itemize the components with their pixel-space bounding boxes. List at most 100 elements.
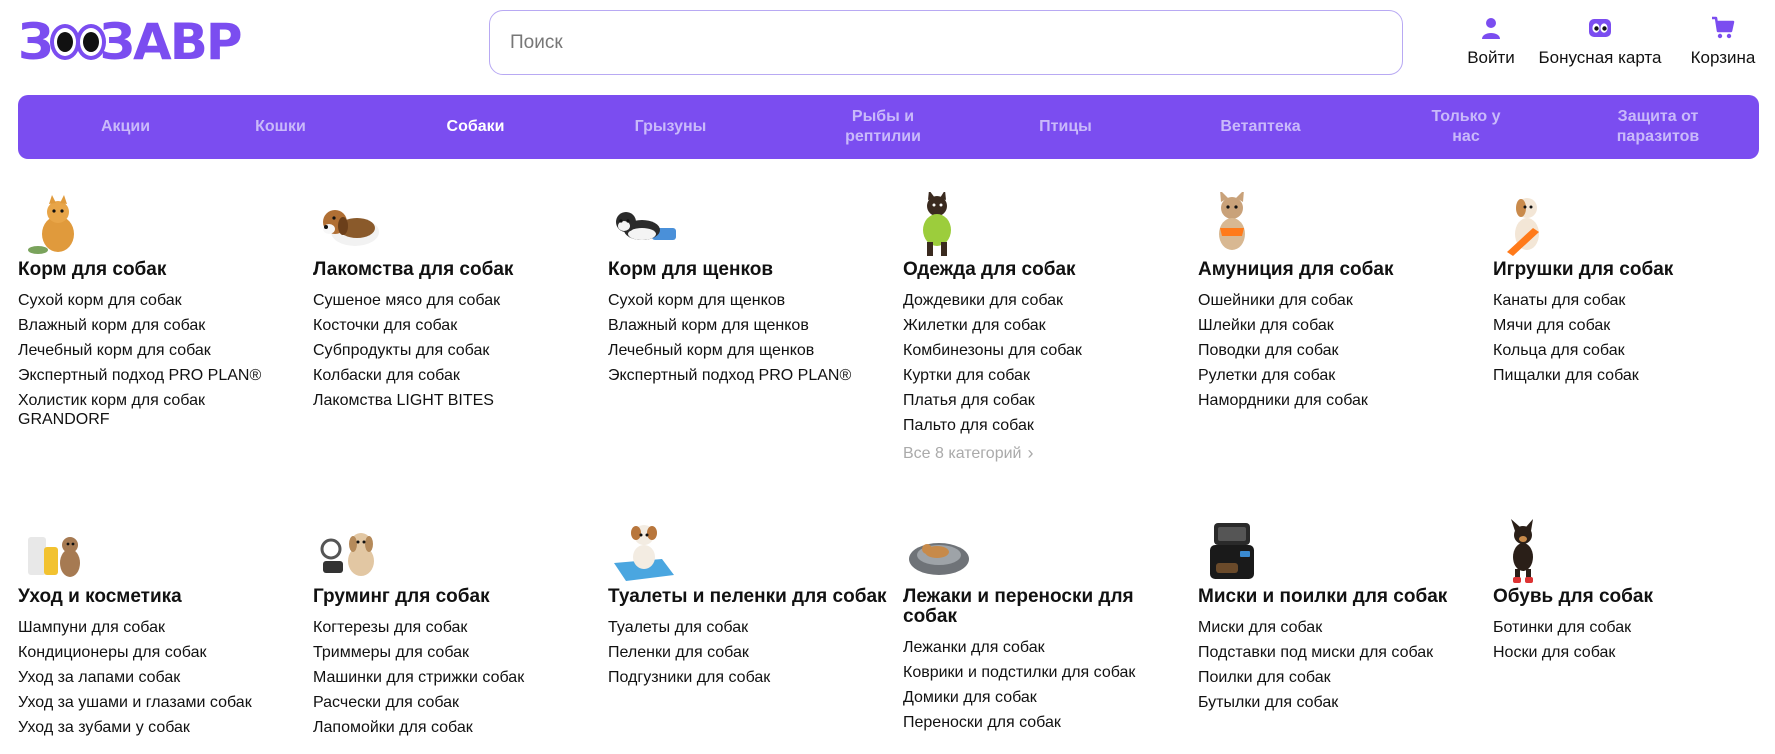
subcategory-link[interactable]: Холистик корм для собак GRANDORF xyxy=(18,391,248,429)
subcategory-link[interactable]: Шлейки для собак xyxy=(1198,316,1483,335)
subcategory-link[interactable]: Лежанки для собак xyxy=(903,638,1188,657)
subcategory-link[interactable]: Триммеры для собак xyxy=(313,643,598,662)
subcategory-link[interactable]: Туалеты для собак xyxy=(608,618,893,637)
category-link-list: Сушеное мясо для собак Косточки для соба… xyxy=(313,291,598,410)
category-beds-carriers: Лежаки и переноски для собак Лежанки для… xyxy=(903,519,1188,738)
bonus-card-icon xyxy=(1589,19,1611,37)
search-input[interactable] xyxy=(489,10,1403,75)
category-title[interactable]: Одежда для собак xyxy=(903,260,1188,280)
subcategory-link[interactable]: Коврики и подстилки для собак xyxy=(903,663,1188,682)
auto-feeder-image[interactable] xyxy=(1202,519,1268,585)
subcategory-link[interactable]: Пеленки для собак xyxy=(608,643,893,662)
subcategory-link[interactable]: Когтерезы для собак xyxy=(313,618,598,637)
subcategory-link[interactable]: Канаты для собак xyxy=(1493,291,1775,310)
subcategory-link[interactable]: Экспертный подход PRO PLAN® xyxy=(18,366,303,385)
subcategory-link[interactable]: Экспертный подход PRO PLAN® xyxy=(608,366,893,385)
subcategory-link[interactable]: Лечебный корм для собак xyxy=(18,341,303,360)
subcategory-link[interactable]: Ошейники для собак xyxy=(1198,291,1483,310)
category-title[interactable]: Груминг для собак xyxy=(313,587,598,607)
dog-cosmetics-image[interactable] xyxy=(22,519,88,585)
subcategory-link[interactable]: Колбаски для собак xyxy=(313,366,598,385)
category-link-list: Сухой корм для щенков Влажный корм для щ… xyxy=(608,291,893,385)
logo-eyes-icon xyxy=(49,24,106,60)
nav-item-vet-pharmacy[interactable]: Ветаптека xyxy=(1183,95,1338,159)
subcategory-link[interactable]: Домики для собак xyxy=(903,688,1188,707)
category-title[interactable]: Туалеты и пеленки для собак xyxy=(608,587,893,607)
subcategory-link[interactable]: Жилетки для собак xyxy=(903,316,1188,335)
subcategory-link[interactable]: Лапомойки для собак xyxy=(313,718,598,737)
category-title[interactable]: Миски и поилки для собак xyxy=(1198,587,1483,607)
subcategory-link[interactable]: Субпродукты для собак xyxy=(313,341,598,360)
nav-item-promotions[interactable]: Акции xyxy=(48,95,203,159)
subcategory-link[interactable]: Ботинки для собак xyxy=(1493,618,1775,637)
category-title[interactable]: Игрушки для собак xyxy=(1493,260,1775,280)
nav-item-dogs[interactable]: Собаки xyxy=(398,95,553,159)
nav-item-birds[interactable]: Птицы xyxy=(988,95,1143,159)
subcategory-link[interactable]: Подставки под миски для собак xyxy=(1198,643,1483,662)
french-bulldog-harness-image[interactable] xyxy=(1202,190,1268,258)
bonus-card-button[interactable]: Бонусная карта xyxy=(1535,16,1665,76)
category-title[interactable]: Уход и косметика xyxy=(18,587,303,607)
nav-item-parasite-protection[interactable]: Защита от паразитов xyxy=(1598,95,1718,159)
grooming-tools-image[interactable] xyxy=(317,519,383,585)
category-title[interactable]: Лежаки и переноски для собак xyxy=(903,587,1188,627)
category-title[interactable]: Корм для щенков xyxy=(608,260,893,280)
subcategory-link[interactable]: Поводки для собак xyxy=(1198,341,1483,360)
husky-puppy-image[interactable] xyxy=(612,192,678,258)
small-dog-shoes-image[interactable] xyxy=(1497,519,1563,585)
subcategory-link[interactable]: Сухой корм для щенков xyxy=(608,291,893,310)
subcategory-link[interactable]: Переноски для собак xyxy=(903,713,1188,732)
subcategory-link[interactable]: Уход за ушами и глазами собак xyxy=(18,693,303,712)
dog-in-clothes-image[interactable] xyxy=(907,190,973,258)
category-title[interactable]: Обувь для собак xyxy=(1493,587,1775,607)
subcategory-link[interactable]: Косточки для собак xyxy=(313,316,598,335)
subcategory-link[interactable]: Носки для собак xyxy=(1493,643,1775,662)
nav-item-rodents[interactable]: Грызуны xyxy=(593,95,748,159)
pomeranian-dog-image[interactable] xyxy=(22,192,88,258)
dog-bed-image[interactable] xyxy=(907,519,973,585)
subcategory-link[interactable]: Расчески для собак xyxy=(313,693,598,712)
subcategory-link[interactable]: Кондиционеры для собак xyxy=(18,643,303,662)
subcategory-link[interactable]: Уход за лапами собак xyxy=(18,668,303,687)
show-all-categories-link[interactable]: Все 8 категорий › xyxy=(903,443,1033,464)
subcategory-link[interactable]: Сушеное мясо для собак xyxy=(313,291,598,310)
subcategory-link[interactable]: Куртки для собак xyxy=(903,366,1188,385)
category-title[interactable]: Лакомства для собак xyxy=(313,260,598,280)
subcategory-link[interactable]: Рулетки для собак xyxy=(1198,366,1483,385)
subcategory-link[interactable]: Комбинезоны для собак xyxy=(903,341,1188,360)
category-link-list: Ошейники для собак Шлейки для собак Пово… xyxy=(1198,291,1483,410)
subcategory-link[interactable]: Намордники для собак xyxy=(1198,391,1483,410)
subcategory-link[interactable]: Дождевики для собак xyxy=(903,291,1188,310)
subcategory-link[interactable]: Пальто для собак xyxy=(903,416,1188,435)
category-link-list: Миски для собак Подставки под миски для … xyxy=(1198,618,1483,712)
subcategory-link[interactable]: Шампуни для собак xyxy=(18,618,303,637)
subcategory-link[interactable]: Мячи для собак xyxy=(1493,316,1775,335)
subcategory-link[interactable]: Платья для собак xyxy=(903,391,1188,410)
subcategory-link[interactable]: Уход за зубами у собак xyxy=(18,718,303,737)
dog-with-toy-image[interactable] xyxy=(1497,192,1563,258)
category-title[interactable]: Амуниция для собак xyxy=(1198,260,1483,280)
subcategory-link[interactable]: Влажный корм для щенков xyxy=(608,316,893,335)
subcategory-link[interactable]: Лечебный корм для щенков xyxy=(608,341,893,360)
subcategory-link[interactable]: Влажный корм для собак xyxy=(18,316,303,335)
category-title[interactable]: Корм для собак xyxy=(18,260,303,280)
subcategory-link[interactable]: Сухой корм для собак xyxy=(18,291,303,310)
nav-item-fish-reptiles[interactable]: Рыбы и рептилии xyxy=(818,95,948,159)
beagle-dog-image[interactable] xyxy=(317,192,383,258)
subcategory-link[interactable]: Пищалки для собак xyxy=(1493,366,1775,385)
nav-item-exclusive[interactable]: Только у нас xyxy=(1416,95,1516,159)
subcategory-link[interactable]: Бутылки для собак xyxy=(1198,693,1483,712)
login-button[interactable]: Войти xyxy=(1458,16,1524,76)
subcategory-link[interactable]: Поилки для собак xyxy=(1198,668,1483,687)
dog-toilet-image[interactable] xyxy=(612,519,678,585)
site-logo[interactable]: З ЗАВР xyxy=(18,12,268,72)
category-toilets-pads: Туалеты и пеленки для собак Туалеты для … xyxy=(608,519,893,693)
subcategory-link[interactable]: Лакомства LIGHT BITES xyxy=(313,391,598,410)
cart-button[interactable]: Корзина xyxy=(1687,16,1759,76)
subcategory-link[interactable]: Машинки для стрижки собак xyxy=(313,668,598,687)
subcategory-link[interactable]: Миски для собак xyxy=(1198,618,1483,637)
subcategory-link[interactable]: Кольца для собак xyxy=(1493,341,1775,360)
nav-item-cats[interactable]: Кошки xyxy=(203,95,358,159)
cart-icon xyxy=(1712,16,1735,39)
subcategory-link[interactable]: Подгузники для собак xyxy=(608,668,893,687)
